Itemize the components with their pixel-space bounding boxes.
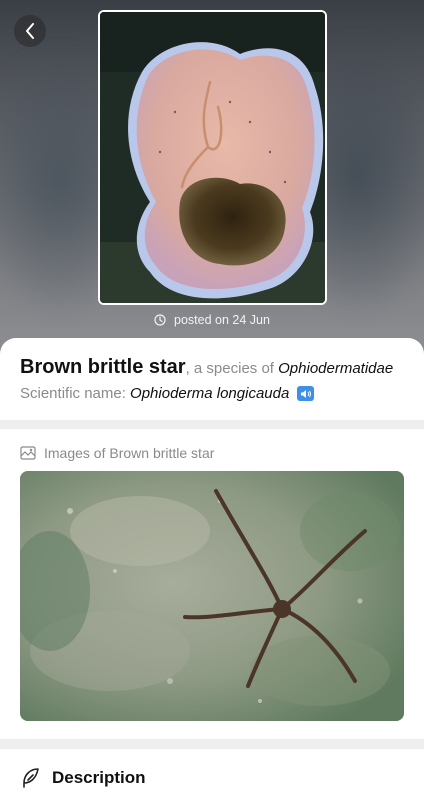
brittle-star-photo-illustration [20, 471, 404, 721]
image-gallery-icon [20, 446, 36, 460]
posted-date: posted on 24 Jun [0, 313, 424, 327]
family-name[interactable]: Ophiodermatidae [278, 360, 393, 377]
scientific-label: Scientific name: [20, 385, 131, 402]
posted-text: posted on 24 Jun [174, 313, 270, 327]
pronunciation-button[interactable] [297, 386, 315, 401]
sponge-photo-illustration [100, 12, 325, 303]
chevron-left-icon [26, 23, 34, 39]
speaker-icon [300, 389, 311, 398]
description-section[interactable]: Description [0, 749, 424, 807]
scientific-name: Ophioderma longicauda [130, 385, 290, 402]
back-button[interactable] [14, 15, 46, 47]
species-image[interactable] [20, 471, 404, 721]
images-section-title: Images of Brown brittle star [44, 445, 215, 461]
scientific-name-line: Scientific name: Ophioderma longicauda [20, 385, 404, 402]
description-title: Description [52, 768, 146, 787]
images-section-header: Images of Brown brittle star [20, 443, 404, 463]
images-card: Images of Brown brittle star [0, 429, 424, 739]
species-title-card: Brown brittle star, a species of Ophiode… [0, 338, 424, 420]
species-of-text: , a species of [185, 360, 279, 377]
hero-header: posted on 24 Jun [0, 0, 424, 360]
clock-icon [154, 314, 166, 326]
scientific-label-row: Scientific name: Ophioderma longicauda [20, 385, 289, 402]
common-name: Brown brittle star [20, 356, 186, 378]
observation-photo[interactable] [98, 10, 327, 305]
feather-icon [23, 768, 39, 788]
species-title-line: Brown brittle star, a species of Ophiode… [20, 355, 404, 381]
